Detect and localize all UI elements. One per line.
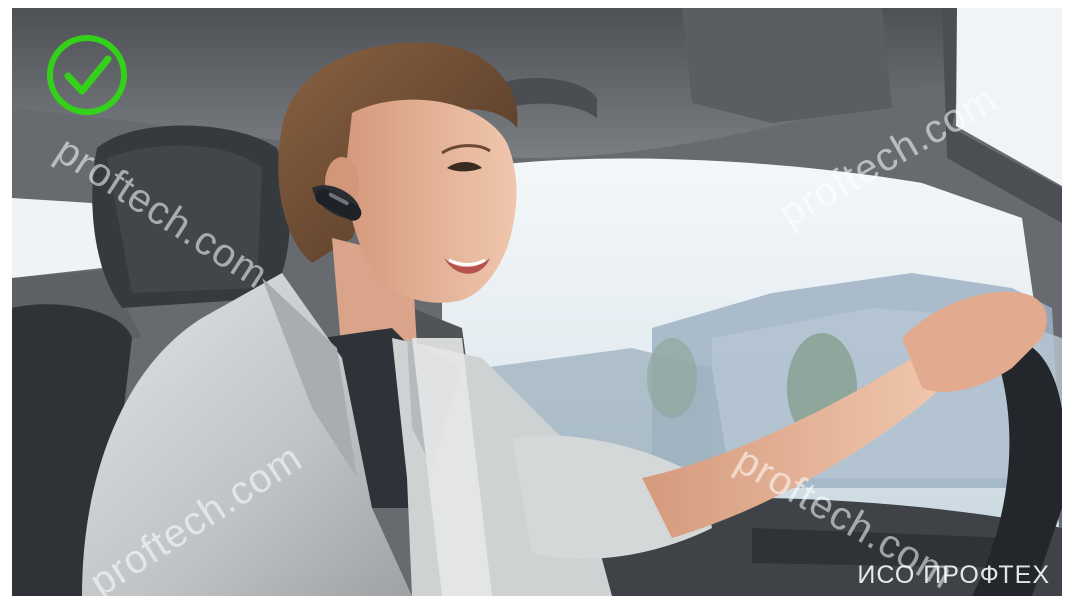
driving-scene-illustration <box>12 8 1062 596</box>
checkmark-circle-icon <box>47 35 127 115</box>
brand-watermark: ИСО ПРОФТЕХ <box>857 561 1050 589</box>
photo: proftech.com proftech.com proftech.com p… <box>12 8 1062 596</box>
